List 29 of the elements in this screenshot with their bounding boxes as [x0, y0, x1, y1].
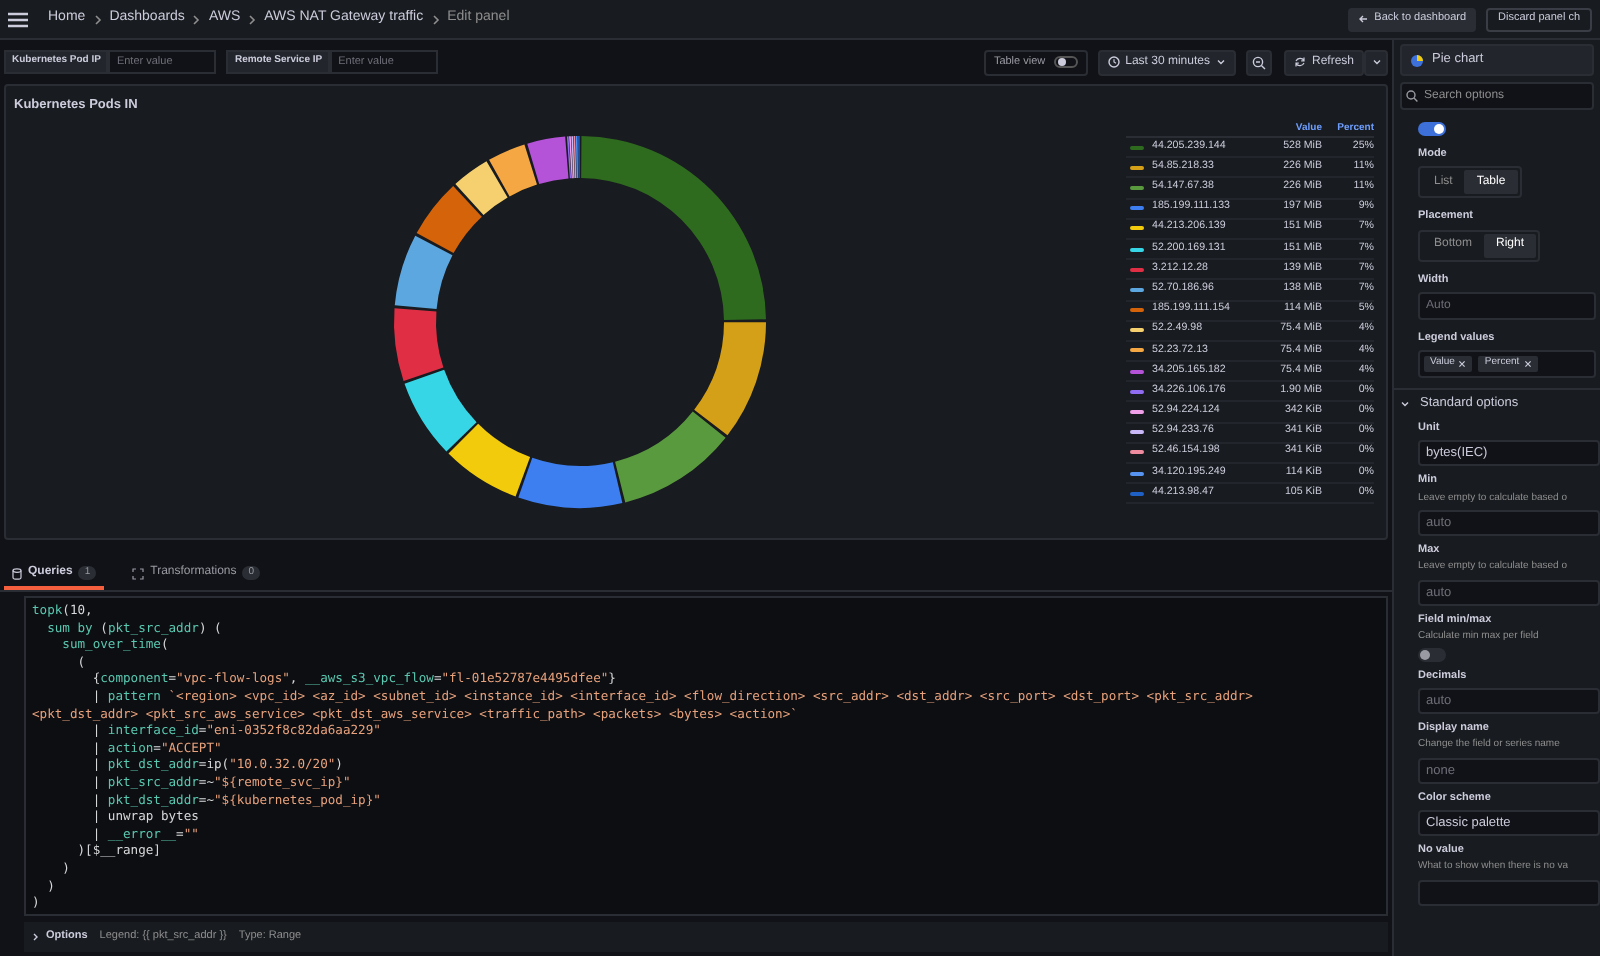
chevron-icon: [431, 13, 440, 25]
zoom-out-icon: [1251, 55, 1266, 69]
code-editor[interactable]: [24, 596, 1388, 916]
arrow-left-icon: [1358, 14, 1369, 24]
caret-icon: [1371, 58, 1381, 66]
chevron-icon: [32, 932, 40, 942]
menu-icon: [8, 11, 28, 27]
text-input[interactable]: [1418, 879, 1600, 905]
chevron-icon: [93, 13, 102, 25]
chevron-icon: [248, 13, 257, 25]
clock-icon: [1107, 56, 1120, 68]
close-icon: [1523, 360, 1532, 368]
donut-slice: [455, 161, 508, 216]
chevron-icon: [192, 13, 201, 25]
search-icon: [1406, 90, 1418, 102]
zoom-out-button[interactable]: [1245, 49, 1272, 75]
toggle-switch[interactable]: [1418, 122, 1446, 136]
refresh-icon: [1293, 56, 1306, 68]
transform-icon: [132, 567, 145, 579]
toggle-switch[interactable]: [1418, 647, 1446, 661]
close-icon: [1458, 360, 1467, 368]
donut-slice: [416, 185, 482, 254]
caret-down-icon: [1400, 399, 1410, 407]
caret-icon: [1215, 58, 1226, 66]
database-icon: [12, 567, 22, 579]
donut-slice: [489, 144, 537, 197]
donut-slice: [394, 235, 453, 310]
pie-chart-icon: [1410, 53, 1424, 67]
table-view-toggle[interactable]: [1053, 56, 1078, 68]
